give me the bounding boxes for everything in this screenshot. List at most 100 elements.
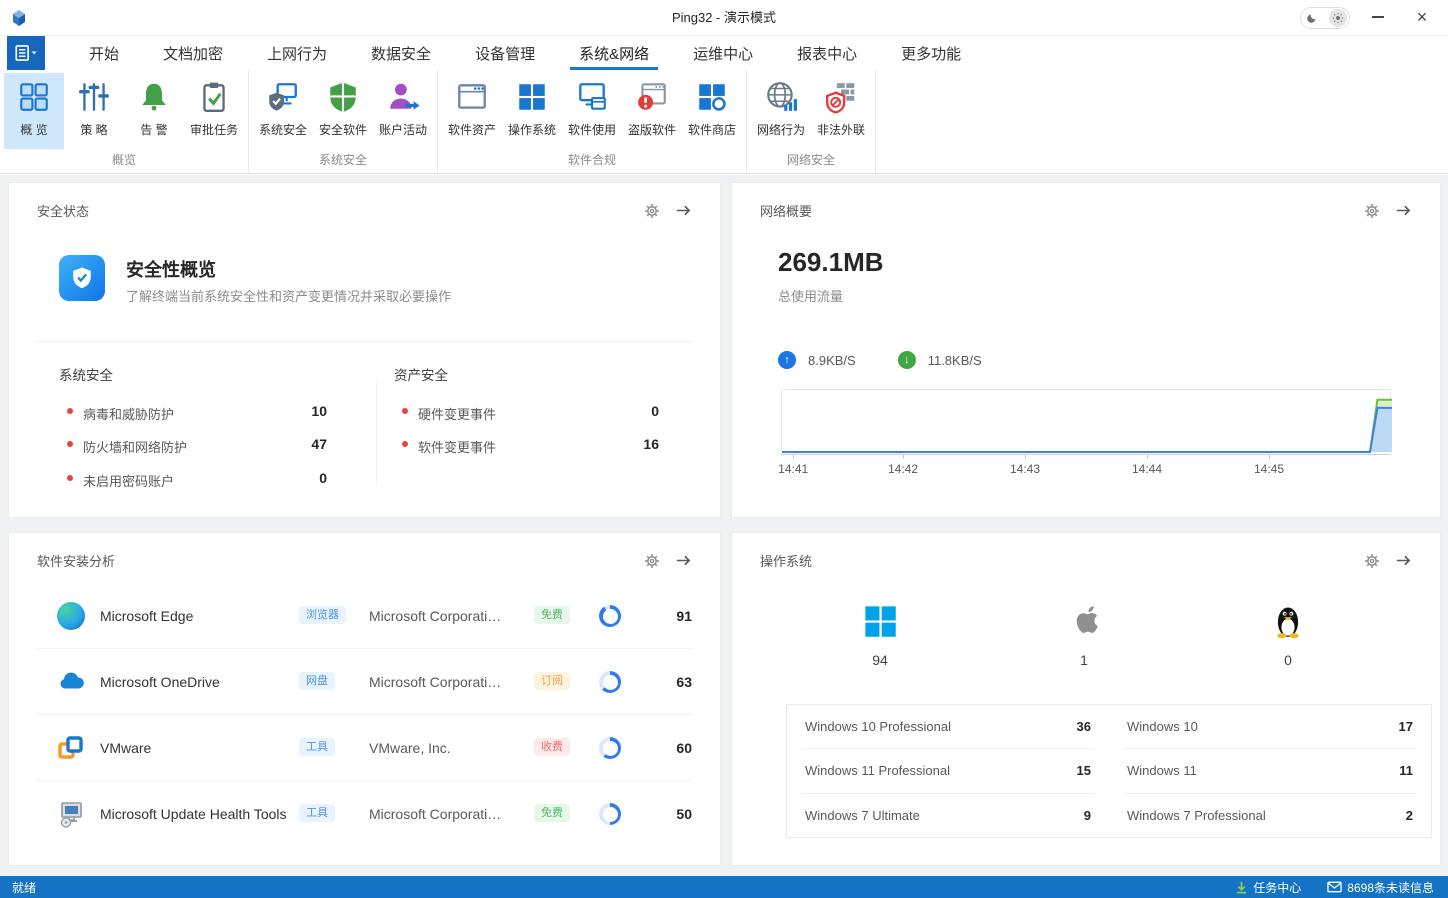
system-security-icon (266, 80, 300, 114)
score-ring (599, 803, 621, 825)
stat-label: 硬件变更事件 (418, 404, 496, 423)
task-center-button[interactable]: 任务中心 (1235, 879, 1301, 896)
ribbon-item-overview[interactable]: 概 览 (4, 73, 64, 149)
security-overview-title: 安全性概览 (126, 256, 216, 282)
tab-more-features[interactable]: 更多功能 (892, 36, 970, 70)
software-row-vmware[interactable]: VMware 工具 VMware, Inc. 收费 60 (37, 715, 692, 781)
illegal-connection-icon (824, 80, 858, 114)
tab-data-security[interactable]: 数据安全 (362, 36, 440, 70)
asset-security-subtitle: 资产安全 (394, 364, 448, 384)
status-dot (402, 441, 408, 447)
title-bar: Ping32 - 演示模式 × (0, 0, 1448, 36)
card-title: 网络概要 (760, 201, 812, 220)
onedrive-icon (57, 668, 85, 696)
menu-bar: 开始 文档加密 上网行为 数据安全 设备管理 系统&网络 运维中心 报表中心 更… (0, 36, 1448, 70)
score-ring (599, 605, 621, 627)
ribbon-item-pirated-software[interactable]: 盗版软件 (622, 73, 682, 149)
minimize-button[interactable] (1358, 0, 1398, 34)
ribbon-group-system-security: 系统安全 安全软件 账户活动 (249, 70, 438, 173)
ribbon-item-software-usage[interactable]: 软件使用 (562, 73, 622, 149)
ribbon-item-system-security[interactable]: 系统安全 (253, 73, 313, 149)
ribbon-item-policy[interactable]: 策 略 (64, 73, 124, 149)
network-chart-svg (782, 390, 1392, 454)
linux-penguin-icon (1270, 603, 1306, 639)
vendor-name: Microsoft Corporati… (369, 806, 524, 822)
ribbon-group-software-compliance: 软件资产 操作系统 软件使用 (438, 70, 747, 173)
security-software-shield-icon (326, 80, 360, 114)
network-behavior-icon (764, 80, 798, 114)
open-arrow-icon[interactable] (675, 552, 692, 569)
score-value: 60 (648, 740, 692, 756)
software-asset-icon (455, 80, 489, 114)
tab-system-network[interactable]: 系统&网络 (570, 36, 658, 70)
price-badge: 免费 (534, 804, 570, 822)
security-overview-subtitle: 了解终端当前系统安全性和资产变更情况并采取必要操作 (126, 286, 451, 305)
os-table-row: Windows 11 11 (1123, 749, 1417, 793)
price-badge: 免费 (534, 606, 570, 624)
ribbon-item-network-behavior[interactable]: 网络行为 (751, 73, 811, 149)
settings-gear-icon[interactable] (1364, 203, 1380, 219)
settings-gear-icon[interactable] (644, 553, 660, 569)
stat-value: 0 (267, 470, 327, 486)
update-health-tools-icon (57, 800, 85, 828)
moon-icon[interactable] (1303, 10, 1320, 27)
open-arrow-icon[interactable] (675, 202, 692, 219)
app-menu-button[interactable] (7, 36, 45, 70)
stat-label: 未启用密码账户 (83, 471, 174, 490)
window-title: Ping32 - 演示模式 (0, 0, 1448, 36)
tab-doc-encryption[interactable]: 文档加密 (154, 36, 232, 70)
upload-speed: 8.9KB/S (808, 353, 856, 368)
ribbon-group-network-security: 网络行为 非法外联 网络安全 (747, 70, 876, 173)
platform-windows: 94 (820, 603, 940, 668)
status-ready: 就绪 (12, 879, 36, 896)
ribbon-item-operating-system[interactable]: 操作系统 (502, 73, 562, 149)
ribbon-item-security-software[interactable]: 安全软件 (313, 73, 373, 149)
tab-start[interactable]: 开始 (80, 36, 128, 70)
x-axis-label: 14:45 (1254, 462, 1284, 476)
theme-toggle[interactable] (1300, 7, 1350, 29)
ribbon-item-account-activity[interactable]: 账户活动 (373, 73, 433, 149)
tab-web-behavior[interactable]: 上网行为 (258, 36, 336, 70)
stat-label: 病毒和威胁防护 (83, 404, 174, 423)
download-arrow-icon: ↓ (898, 351, 916, 369)
software-row-update-health[interactable]: Microsoft Update Health Tools 工具 Microso… (37, 781, 692, 847)
vendor-name: VMware, Inc. (369, 740, 524, 756)
ribbon-item-software-store[interactable]: 软件商店 (682, 73, 742, 149)
platform-apple: 1 (1024, 603, 1144, 668)
ribbon-group-label: 概览 (2, 149, 246, 173)
settings-gear-icon[interactable] (644, 203, 660, 219)
ribbon-item-software-asset[interactable]: 软件资产 (442, 73, 502, 149)
tab-ops-center[interactable]: 运维中心 (684, 36, 762, 70)
edge-icon (57, 602, 85, 630)
overview-grid-icon (17, 80, 51, 114)
ribbon-item-illegal-connection[interactable]: 非法外联 (811, 73, 871, 149)
ribbon-item-alerts[interactable]: 告 警 (124, 73, 184, 149)
security-shield-icon (59, 255, 105, 301)
software-row-onedrive[interactable]: Microsoft OneDrive 网盘 Microsoft Corporat… (37, 649, 692, 715)
ribbon-item-approval-tasks[interactable]: 审批任务 (184, 73, 244, 149)
software-row-edge[interactable]: Microsoft Edge 浏览器 Microsoft Corporati… … (37, 583, 692, 649)
close-button[interactable]: × (1402, 0, 1442, 34)
os-table-row: Windows 11 Professional 15 (801, 749, 1095, 793)
card-title: 软件安装分析 (37, 551, 115, 570)
category-badge: 工具 (299, 804, 335, 822)
open-arrow-icon[interactable] (1395, 552, 1412, 569)
tab-report-center[interactable]: 报表中心 (788, 36, 866, 70)
software-name: Microsoft Edge (100, 608, 193, 624)
unread-messages-button[interactable]: 8698条未读信息 (1327, 879, 1434, 896)
linux-count: 0 (1228, 652, 1348, 668)
alert-bell-icon (137, 80, 171, 114)
open-arrow-icon[interactable] (1395, 202, 1412, 219)
tab-device-management[interactable]: 设备管理 (466, 36, 544, 70)
stat-value: 16 (599, 436, 659, 452)
category-badge: 浏览器 (299, 606, 346, 624)
sun-icon[interactable] (1329, 9, 1347, 27)
download-icon (1235, 881, 1248, 894)
windows-logo-icon (862, 603, 898, 639)
settings-gear-icon[interactable] (1364, 553, 1380, 569)
software-analysis-card: 软件安装分析 Microsoft Edge 浏览器 Microsoft Corp… (8, 532, 721, 866)
total-traffic-label: 总使用流量 (778, 286, 843, 305)
stat-label: 软件变更事件 (418, 437, 496, 456)
os-table-row: Windows 7 Ultimate 9 (801, 794, 1095, 837)
x-axis-label: 14:41 (778, 462, 808, 476)
